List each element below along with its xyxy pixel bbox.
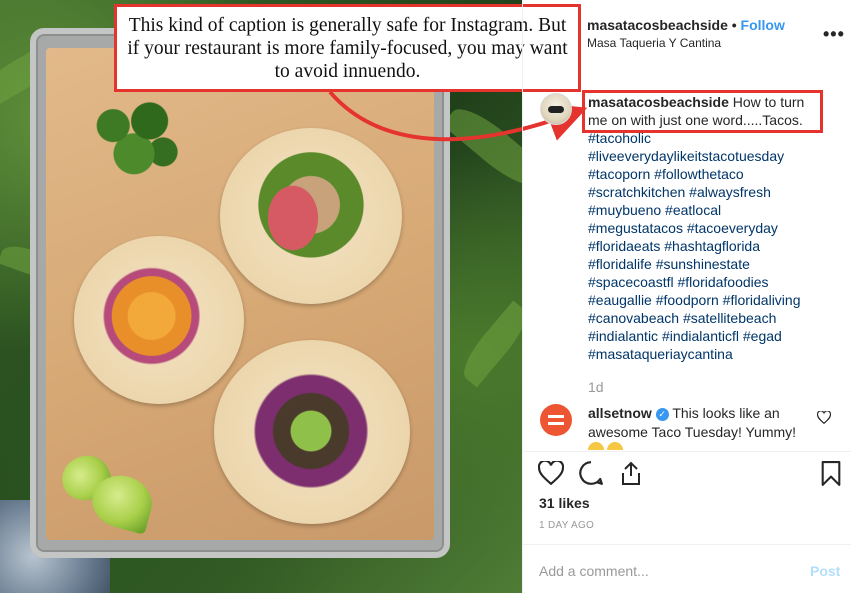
caption-age: 1d: [588, 379, 604, 395]
hashtag-line[interactable]: #muybueno #eatlocal: [588, 201, 828, 219]
follow-button[interactable]: Follow: [741, 17, 785, 33]
like-comment-heart-icon[interactable]: [817, 411, 831, 424]
hashtag-line[interactable]: #floridalife #sunshinestate: [588, 255, 828, 273]
hashtag-line[interactable]: #liveeverydaylikeitstacotuesday: [588, 147, 828, 165]
taco-bottom: [214, 340, 410, 524]
sunglasses-icon: [547, 106, 565, 113]
caption-username[interactable]: masatacosbeachside: [588, 94, 729, 110]
taco-left: [74, 236, 244, 404]
add-comment-input[interactable]: [539, 560, 789, 582]
emoji-row: [588, 442, 628, 450]
emoji-icon: [607, 442, 623, 450]
comment-username[interactable]: allsetnow: [588, 405, 652, 421]
header-username[interactable]: masatacosbeachside: [587, 17, 728, 33]
comment-icon[interactable]: [578, 460, 604, 486]
hashtag-line[interactable]: #tacoporn #followthetaco: [588, 165, 828, 183]
post-caption: masatacosbeachside How to turn me on wit…: [588, 93, 818, 129]
hashtag-line[interactable]: #spacecoastfl #floridafoodies: [588, 273, 828, 291]
hashtag-line[interactable]: #scratchkitchen #alwaysfresh: [588, 183, 828, 201]
hashtag-line[interactable]: #megustatacos #tacoeveryday: [588, 219, 828, 237]
taco-filling: [230, 356, 392, 506]
location-link[interactable]: Masa Taqueria Y Cantina: [587, 36, 721, 50]
annotation-callout: This kind of caption is generally safe f…: [114, 4, 581, 92]
pickled-onion: [254, 168, 332, 268]
hashtag-line[interactable]: #indialantic #indialanticfl #egad: [588, 327, 828, 345]
hashtag-line[interactable]: #tacoholic: [588, 129, 828, 147]
bookmark-icon[interactable]: [820, 460, 842, 487]
palm-leaf: [455, 300, 522, 388]
post-comment-button[interactable]: Post: [810, 563, 840, 579]
avatar[interactable]: [540, 93, 572, 125]
more-options-icon[interactable]: •••: [823, 24, 845, 45]
emoji-icon: [588, 442, 604, 450]
taco-top: [220, 128, 402, 304]
cilantro-garnish: [82, 88, 186, 182]
hashtag-list: #tacoholic #liveeverydaylikeitstacotuesda…: [588, 129, 828, 363]
post-header: masatacosbeachside • Follow: [587, 17, 785, 33]
hashtag-line[interactable]: #eaugallie #foodporn #floridaliving: [588, 291, 828, 309]
divider: [523, 451, 851, 452]
comment: allsetnow ✓ This looks like an awesome T…: [588, 404, 806, 442]
annotation-text: This kind of caption is generally safe f…: [127, 15, 568, 82]
likes-count[interactable]: 31 likes: [539, 495, 590, 511]
hashtag-line[interactable]: #floridaeats #hashtagflorida: [588, 237, 828, 255]
hashtag-line[interactable]: #masataqueriaycantina: [588, 345, 828, 363]
share-icon[interactable]: [619, 460, 643, 486]
allsetnow-logo-icon: [548, 415, 564, 425]
divider: [523, 544, 851, 545]
heart-icon[interactable]: [538, 461, 564, 485]
verified-badge-icon: ✓: [655, 408, 669, 421]
commenter-avatar[interactable]: [540, 404, 572, 436]
palm-leaf: [441, 98, 522, 196]
post-timestamp: 1 DAY AGO: [539, 520, 595, 531]
taco-filling: [94, 254, 222, 378]
hashtag-line[interactable]: #canovabeach #satellitebeach: [588, 309, 828, 327]
header-separator: •: [731, 17, 737, 33]
